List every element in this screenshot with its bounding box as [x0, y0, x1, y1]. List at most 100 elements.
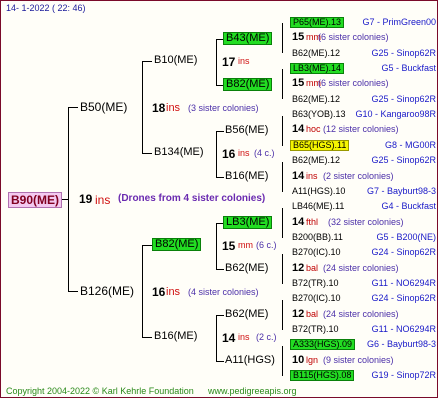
gen4-note: (12 sister colonies)	[323, 124, 399, 134]
gen4-queen[interactable]: A333(HGS).09	[290, 339, 356, 350]
connector	[282, 300, 283, 330]
footer-site[interactable]: www.pedigreeapis.org	[208, 387, 297, 396]
gen2-b10-queen[interactable]: B10(ME)	[154, 55, 197, 66]
connector	[142, 245, 152, 246]
gen4-ins: ins	[306, 171, 318, 181]
connector	[142, 245, 143, 337]
connector	[282, 116, 283, 146]
connector	[62, 199, 69, 200]
gen1-bottom-ins-number: 16	[152, 285, 166, 299]
gen4-ins-number: 15	[292, 77, 305, 89]
gen2-b16-ins: ins	[238, 332, 250, 342]
root-ins-number: 19	[79, 192, 93, 206]
gen4-origin[interactable]: G4 - Buckfast	[381, 202, 436, 211]
gen4-ins: lgn	[306, 355, 319, 365]
gen4-queen[interactable]: B270(IC).10	[292, 248, 341, 257]
gen4-queen[interactable]: B65(HGS).11	[290, 140, 350, 151]
gen4-origin[interactable]: G8 - MG00R	[385, 141, 436, 150]
gen4-origin[interactable]: G25 - Sinop62R	[371, 95, 436, 104]
gen4-ins-number: 14	[292, 216, 305, 228]
footer-copyright: Copyright 2004-2022 © Karl Kehrle Founda…	[6, 386, 194, 396]
root-queen[interactable]: B90(ME)	[8, 192, 63, 208]
gen2-b82-ins-number: 15	[222, 239, 236, 253]
gen2-b82-queen[interactable]: B82(ME)	[152, 238, 202, 251]
connector	[216, 269, 224, 270]
gen3-queen[interactable]: B82(ME)	[223, 78, 273, 91]
header-date: 14- 1-2022 ( 22: 46)	[6, 3, 86, 13]
connector	[282, 69, 283, 99]
gen4-queen[interactable]: B270(IC).10	[292, 294, 341, 303]
gen4-origin[interactable]: G19 - Sinop72R	[371, 371, 436, 380]
gen2-b134-queen[interactable]: B134(ME)	[154, 147, 204, 158]
gen4-ins-number: 10	[292, 354, 305, 366]
connector	[216, 177, 224, 178]
gen4-queen[interactable]: LB46(ME).11	[292, 202, 344, 211]
gen4-note: (24 sister colonies)	[323, 309, 399, 319]
root-ins: ins	[95, 193, 111, 207]
gen4-queen[interactable]: B62(ME).12	[292, 95, 340, 104]
gen4-note: (2 sister colonies)	[323, 171, 394, 181]
gen2-b134-ins-number: 16	[222, 147, 236, 161]
gen4-queen[interactable]: B72(TR).10	[292, 325, 339, 334]
gen4-note: (9 sister colonies)	[323, 355, 394, 365]
gen2-b16-queen[interactable]: B16(ME)	[154, 331, 197, 342]
gen4-ins-number: 15	[292, 31, 305, 43]
gen2-b134-note: (4 c.)	[254, 148, 275, 158]
gen4-origin[interactable]: G5 - B200(NE)	[376, 233, 436, 242]
gen4-queen[interactable]: B200(BB).11	[292, 233, 343, 242]
connector	[282, 346, 283, 376]
connector	[216, 39, 217, 85]
gen1-bottom-queen[interactable]: B126(ME)	[80, 285, 134, 297]
gen4-queen[interactable]: B72(TR).10	[292, 279, 339, 288]
gen3-queen[interactable]: B56(ME)	[225, 125, 268, 136]
connector	[216, 361, 224, 362]
root-drones-note: (Drones from 4 sister colonies)	[118, 193, 266, 204]
gen4-origin[interactable]: G24 - Sinop62R	[371, 294, 436, 303]
gen2-b134-ins: ins	[238, 148, 250, 158]
gen4-ins-number: 14	[292, 123, 305, 135]
gen3-queen[interactable]: LB3(ME)	[223, 216, 273, 229]
gen4-origin[interactable]: G25 - Sinop62R	[371, 49, 436, 58]
gen4-note: (6 sister colonies)	[318, 32, 389, 42]
gen3-queen[interactable]: A11(HGS)	[225, 355, 275, 366]
gen1-top-queen[interactable]: B50(ME)	[80, 101, 127, 113]
connector	[282, 254, 283, 284]
connector	[216, 315, 217, 361]
connector	[142, 337, 152, 338]
gen2-b10-ins-number: 17	[222, 55, 236, 69]
gen3-queen[interactable]: B62(ME)	[225, 309, 268, 320]
connector	[142, 61, 143, 153]
connector	[282, 208, 283, 238]
gen4-ins-number: 12	[292, 262, 305, 274]
gen2-b16-ins-number: 14	[222, 331, 236, 345]
gen4-origin[interactable]: G6 - Bayburt98-3	[367, 340, 436, 349]
gen3-queen[interactable]: B16(ME)	[225, 171, 268, 182]
gen4-origin[interactable]: G24 - Sinop62R	[371, 248, 436, 257]
gen1-top-ins: ins	[166, 102, 181, 114]
gen4-note: (6 sister colonies)	[318, 78, 389, 88]
gen1-top-note: (3 sister colonies)	[188, 103, 259, 113]
gen4-origin[interactable]: G7 - PrimGreen00	[362, 18, 436, 27]
gen4-queen[interactable]: B62(ME).12	[292, 156, 340, 165]
gen4-origin[interactable]: G10 - Kangaroo98R	[355, 110, 436, 119]
gen4-ins: hoc	[306, 124, 321, 134]
gen4-origin[interactable]: G11 - NO6294R	[372, 325, 436, 334]
connector	[216, 223, 217, 269]
gen4-ins: bal	[306, 263, 319, 273]
gen2-b82-ins: mm	[238, 240, 253, 250]
gen3-queen[interactable]: B43(ME)	[223, 32, 273, 45]
gen4-queen[interactable]: B63(YOB).13	[292, 110, 346, 119]
gen4-origin[interactable]: G5 - Buckfast	[381, 64, 436, 73]
connector	[216, 131, 224, 132]
gen4-queen[interactable]: B115(HGS).08	[290, 370, 355, 381]
gen4-origin[interactable]: G11 - NO6294R	[372, 279, 436, 288]
gen4-queen[interactable]: B62(ME).12	[292, 49, 340, 58]
gen2-b82-note: (6 c.)	[256, 240, 277, 250]
gen4-origin[interactable]: G25 - Sinop62R	[371, 156, 436, 165]
gen4-queen[interactable]: LB3(ME).14	[290, 63, 345, 74]
gen4-queen[interactable]: A11(HGS).10	[292, 187, 345, 196]
gen3-queen[interactable]: B62(ME)	[225, 263, 268, 274]
gen2-b16-note: (2 c.)	[256, 332, 277, 342]
gen4-origin[interactable]: G7 - Bayburt98-3	[367, 187, 436, 196]
gen4-queen[interactable]: P65(ME).13	[290, 17, 345, 28]
